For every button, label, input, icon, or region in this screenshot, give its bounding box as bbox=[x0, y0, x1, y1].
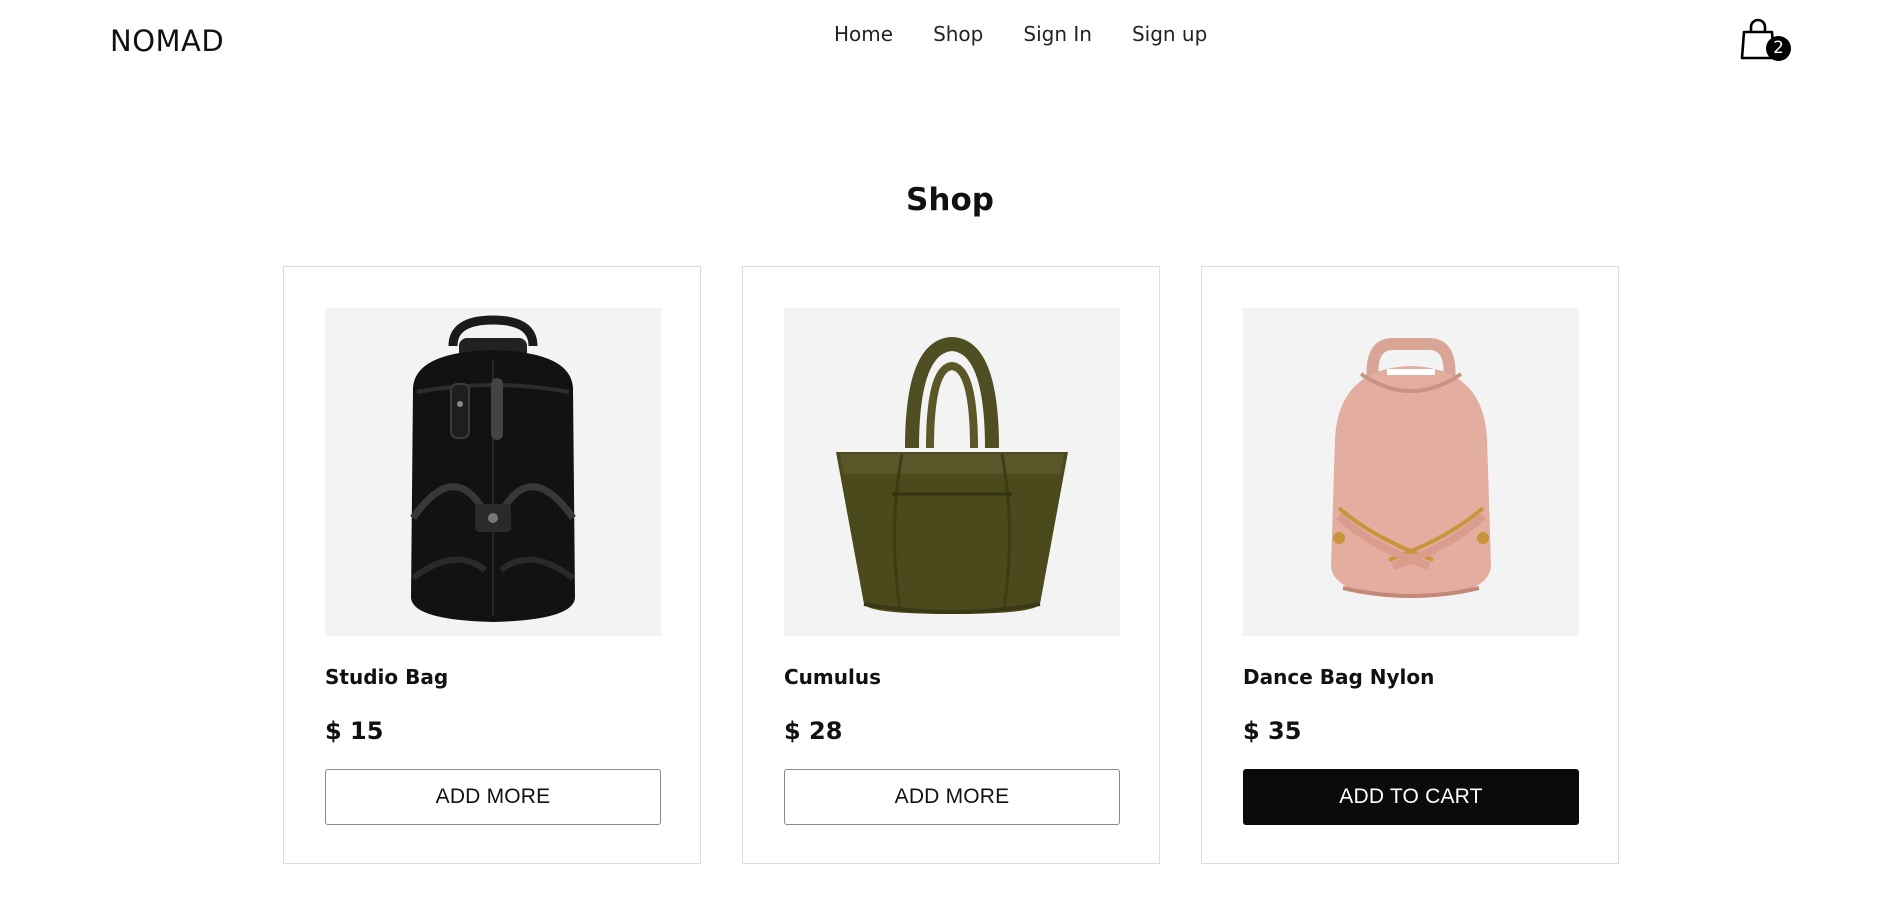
add-more-button[interactable]: ADD MORE bbox=[784, 769, 1120, 825]
product-image-studio-bag[interactable] bbox=[325, 308, 661, 636]
product-price: $ 15 bbox=[325, 717, 384, 745]
brand-logo[interactable]: NOMAD bbox=[110, 24, 224, 58]
product-name: Cumulus bbox=[784, 665, 881, 689]
nav-sign-in[interactable]: Sign In bbox=[1023, 22, 1092, 46]
nav-shop[interactable]: Shop bbox=[933, 22, 983, 46]
add-more-button[interactable]: ADD MORE bbox=[325, 769, 661, 825]
nav-sign-up[interactable]: Sign up bbox=[1132, 22, 1207, 46]
product-grid: Studio Bag $ 15 ADD MORE Cumulus $ 28 AD… bbox=[283, 266, 1619, 864]
product-name: Studio Bag bbox=[325, 665, 449, 689]
product-price: $ 35 bbox=[1243, 717, 1302, 745]
page: NOMAD Home Shop Sign In Sign up 2 Shop S… bbox=[0, 0, 1900, 902]
product-image-dance-bag-nylon[interactable] bbox=[1243, 308, 1579, 636]
cart-count-badge: 2 bbox=[1766, 36, 1791, 61]
product-card: Cumulus $ 28 ADD MORE bbox=[742, 266, 1160, 864]
product-card: Dance Bag Nylon $ 35 ADD TO CART bbox=[1201, 266, 1619, 864]
add-to-cart-button[interactable]: ADD TO CART bbox=[1243, 769, 1579, 825]
product-price: $ 28 bbox=[784, 717, 843, 745]
nav-home[interactable]: Home bbox=[834, 22, 893, 46]
product-name: Dance Bag Nylon bbox=[1243, 665, 1435, 689]
olive-tote-bag-illustration bbox=[836, 336, 1068, 614]
product-image-cumulus[interactable] bbox=[784, 308, 1120, 636]
main-nav: Home Shop Sign In Sign up bbox=[834, 22, 1207, 46]
cart-button[interactable]: 2 bbox=[1740, 16, 1791, 64]
site-header: NOMAD Home Shop Sign In Sign up 2 bbox=[0, 0, 1900, 80]
black-backpack-illustration bbox=[410, 315, 576, 622]
page-title: Shop bbox=[906, 182, 994, 218]
pink-backpack-illustration bbox=[1331, 338, 1491, 598]
product-card: Studio Bag $ 15 ADD MORE bbox=[283, 266, 701, 864]
